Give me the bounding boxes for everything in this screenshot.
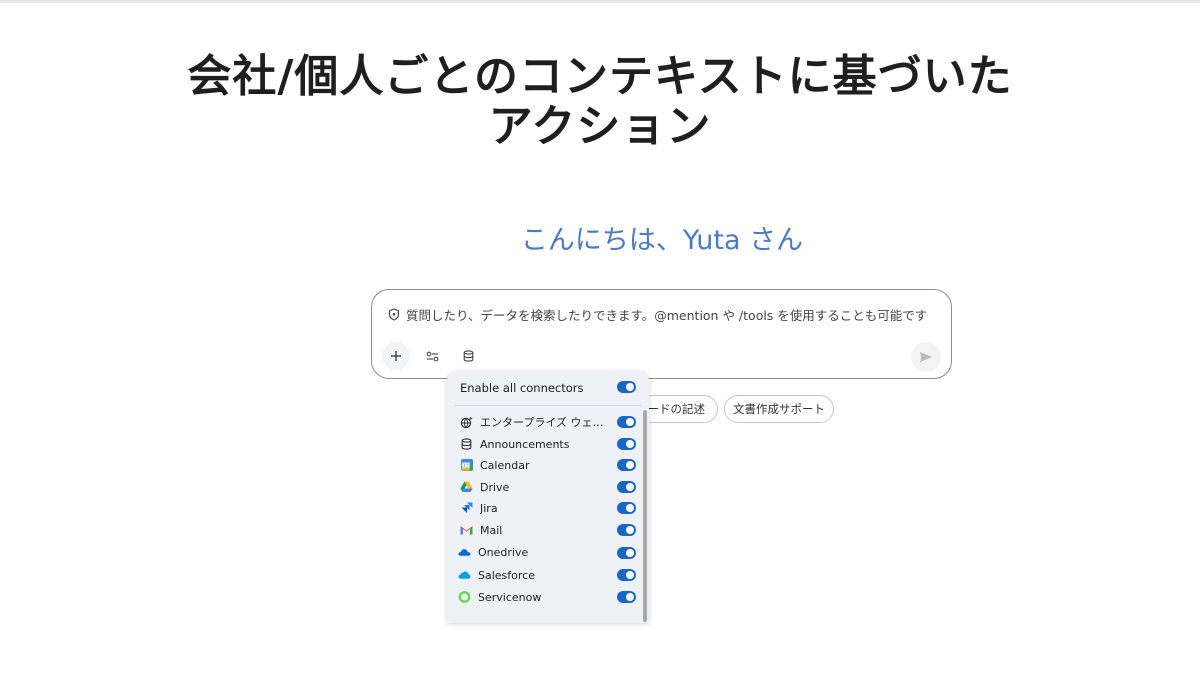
enterprise-web-icon [460, 416, 473, 429]
connector-toggle-servicenow[interactable] [617, 591, 636, 603]
connector-label: Drive [480, 480, 510, 494]
chat-input-box[interactable]: 質問したり、データを検索したりできます。@mention や /tools を使… [371, 289, 952, 379]
connector-servicenow[interactable]: Servicenow [447, 587, 643, 607]
connector-toggle-salesforce[interactable] [617, 569, 636, 581]
enable-all-label: Enable all connectors [460, 381, 584, 395]
connector-drive[interactable]: Drive [447, 477, 643, 497]
connector-toggle-jira[interactable] [617, 502, 636, 514]
dropdown-scrollbar[interactable] [643, 410, 647, 622]
connectors-dropdown: Enable all connectors エンタープライズ ウェブ… Anno… [447, 371, 649, 623]
database-icon [463, 350, 473, 362]
jira-icon [460, 502, 473, 515]
connector-label: Onedrive [478, 545, 529, 559]
chip-document-support[interactable]: 文書作成サポート [724, 395, 834, 423]
prompt-placeholder: 質問したり、データを検索したりできます。@mention や /tools を使… [406, 307, 928, 323]
send-icon [920, 352, 932, 362]
connector-toggle-drive[interactable] [617, 481, 636, 493]
page-title-line-2: アクション [488, 101, 712, 152]
calendar-icon: 31 [460, 459, 473, 472]
shield-icon [388, 307, 400, 321]
mail-icon [460, 524, 473, 537]
chip-label: 文書作成サポート [733, 402, 825, 416]
salesforce-icon [458, 569, 471, 582]
connector-calendar[interactable]: 31 Calendar [447, 455, 643, 475]
connector-salesforce[interactable]: Salesforce [447, 565, 643, 585]
prompt-input[interactable]: 質問したり、データを検索したりできます。@mention や /tools を使… [388, 304, 928, 324]
svg-text:31: 31 [462, 464, 468, 470]
database-icon [460, 438, 473, 451]
enable-all-toggle[interactable] [617, 381, 636, 393]
onedrive-icon [458, 546, 471, 559]
connectors-button[interactable] [454, 342, 482, 370]
connector-toggle-announcements[interactable] [617, 438, 636, 450]
connector-announcements[interactable]: Announcements [447, 434, 643, 454]
greeting-text: こんにちは、Yuta さん [520, 225, 804, 256]
chip-label: ードの記述 [647, 402, 706, 416]
connector-toggle-enterprise-web[interactable] [617, 416, 636, 428]
dropdown-divider [455, 405, 641, 406]
servicenow-icon [458, 591, 471, 604]
connector-toggle-calendar[interactable] [617, 459, 636, 471]
connector-mail[interactable]: Mail [447, 520, 643, 540]
top-border [0, 0, 1200, 3]
add-button[interactable] [382, 342, 410, 370]
tools-button[interactable] [418, 342, 446, 370]
connector-toggle-onedrive[interactable] [617, 547, 636, 559]
connector-label: Announcements [480, 437, 570, 451]
input-toolbar [382, 342, 482, 370]
connector-label: Mail [480, 523, 503, 537]
page-title: 会社/個人ごとのコンテキストに基づいた アクション [100, 52, 1100, 152]
page-title-line-1: 会社/個人ごとのコンテキストに基づいた [187, 51, 1013, 102]
drive-icon [460, 481, 473, 494]
connector-enterprise-web[interactable]: エンタープライズ ウェブ… [447, 412, 643, 432]
connector-onedrive[interactable]: Onedrive [447, 542, 643, 562]
plus-icon [391, 351, 401, 361]
connector-label: Salesforce [478, 568, 535, 582]
connector-toggle-mail[interactable] [617, 524, 636, 536]
send-button[interactable] [911, 342, 941, 372]
connector-label: Jira [480, 501, 498, 515]
tools-icon [426, 351, 438, 361]
connector-jira[interactable]: Jira [447, 498, 643, 518]
connector-label: Calendar [480, 458, 530, 472]
connector-label: Servicenow [478, 590, 542, 604]
connector-label: エンタープライズ ウェブ… [480, 416, 608, 429]
